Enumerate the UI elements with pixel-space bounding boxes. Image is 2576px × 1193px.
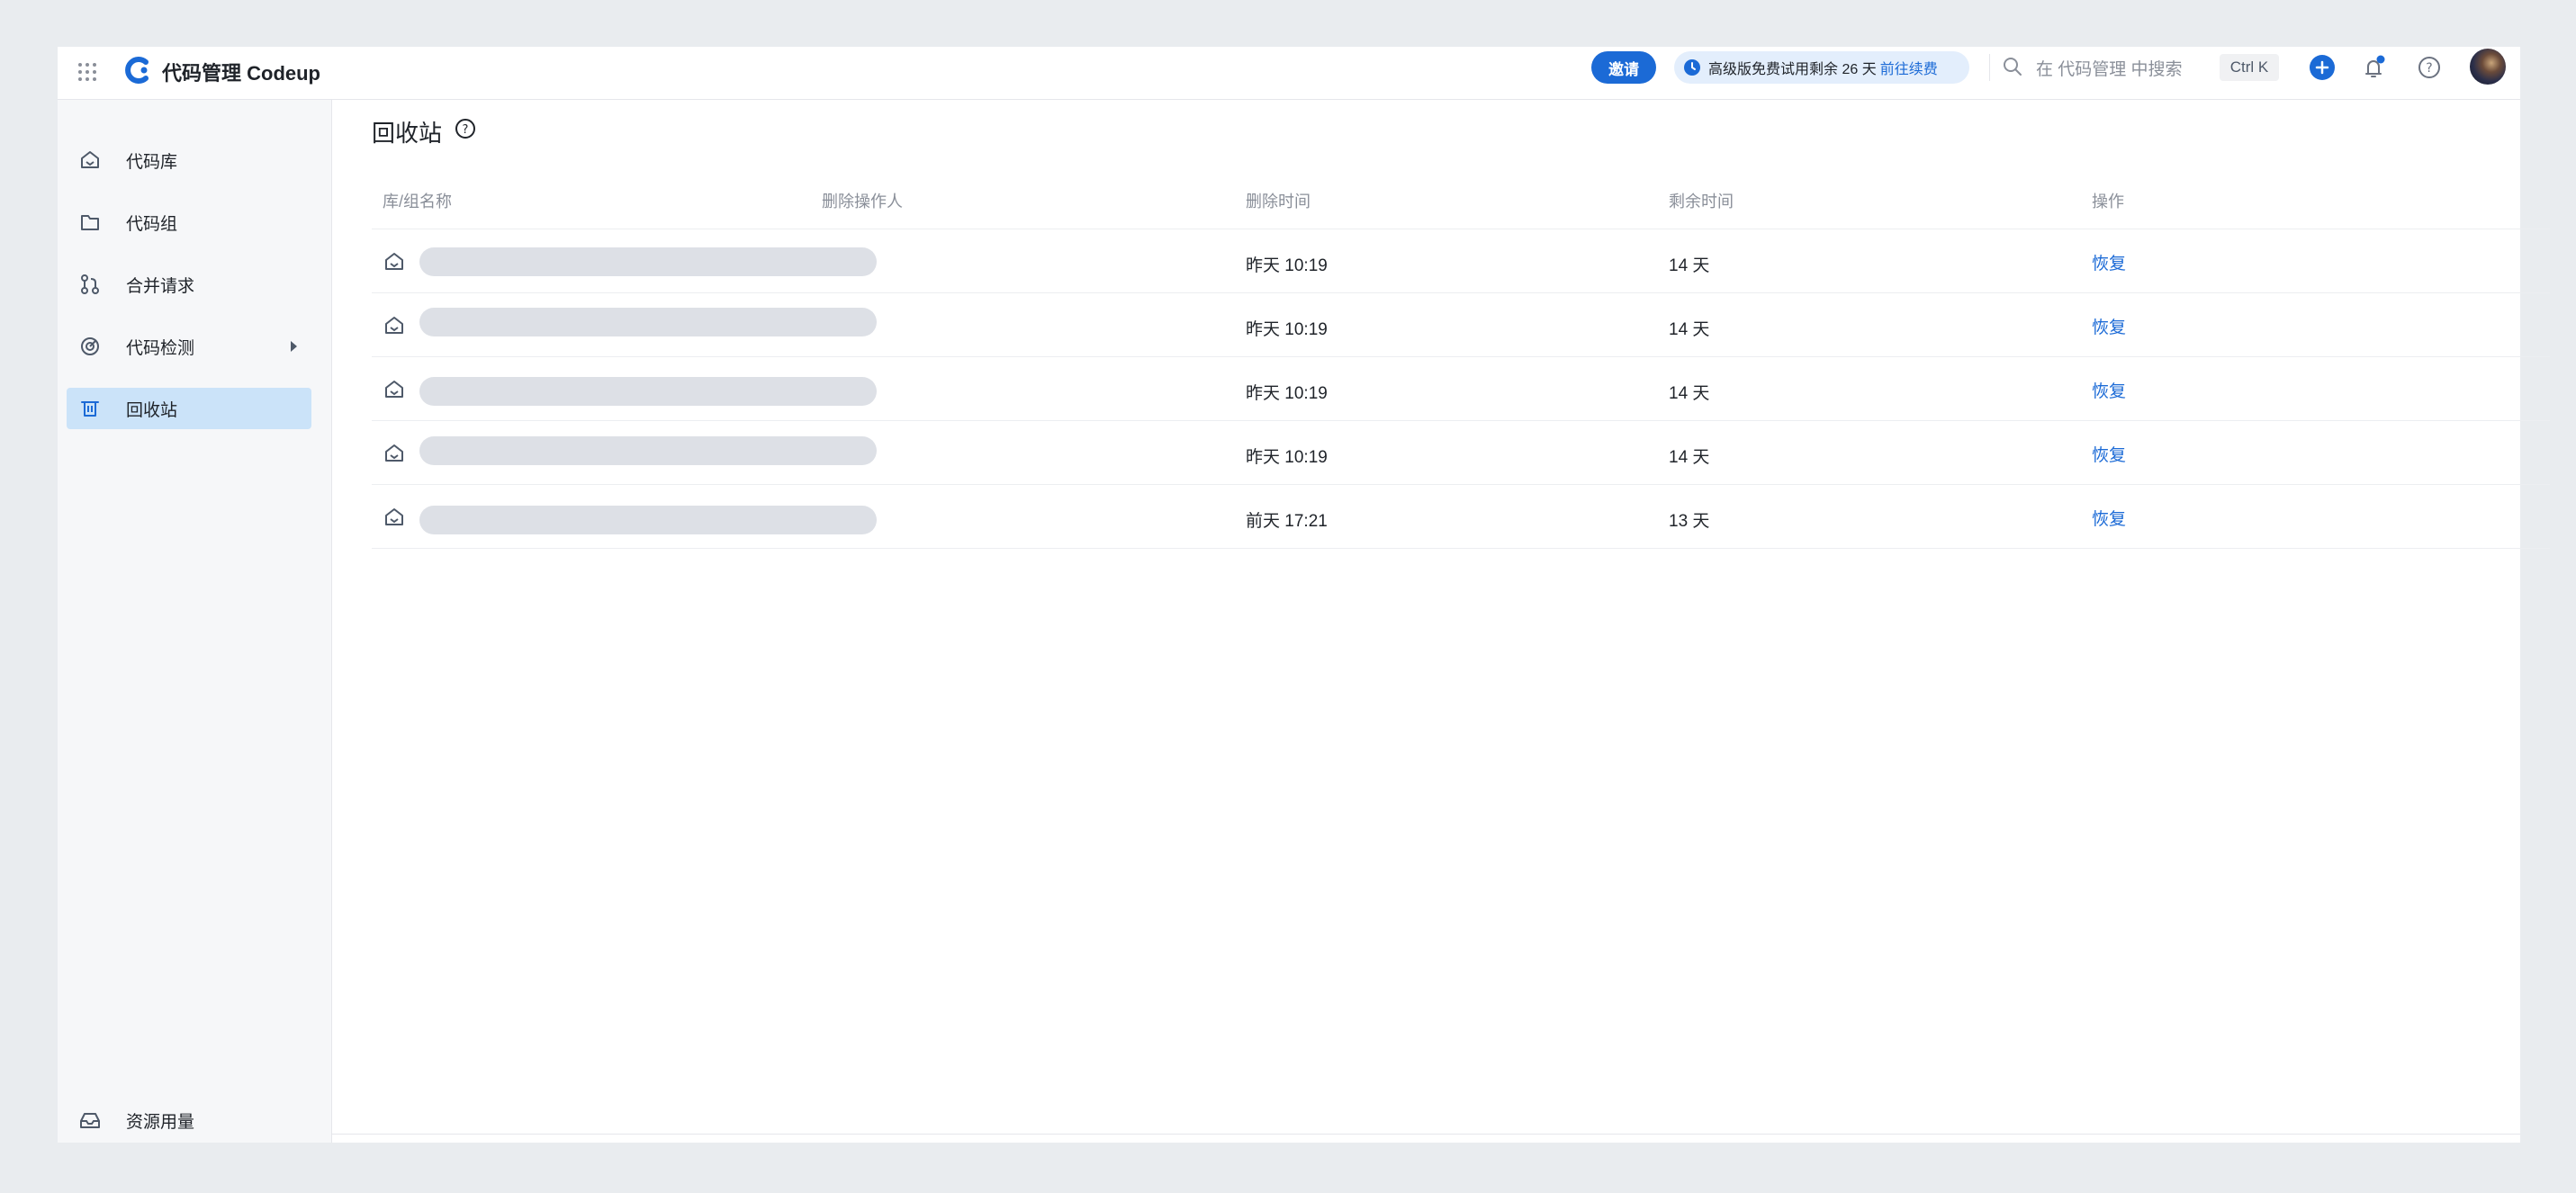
notification-bell-icon[interactable] bbox=[2358, 52, 2389, 83]
restore-link[interactable]: 恢复 bbox=[2092, 314, 2126, 338]
divider bbox=[1989, 54, 1990, 81]
app-grid-icon[interactable] bbox=[76, 60, 99, 84]
repo-icon bbox=[81, 151, 99, 168]
table-divider bbox=[372, 484, 2550, 485]
chevron-right-icon[interactable] bbox=[288, 339, 299, 354]
app-window: 代码管理 Codeup 邀请 高级版免费试用剩余 26 天 前往续费 在 代码管… bbox=[58, 47, 2550, 1143]
table-divider bbox=[372, 356, 2550, 357]
column-header-deleted-time: 删除时间 bbox=[1246, 193, 1311, 211]
sidebar: 代码库 代码组 合并请求 代码检测 回收站 资源用量 bbox=[58, 100, 332, 1143]
sidebar-item-label: 回收站 bbox=[126, 400, 178, 420]
remaining-time: 14 天 bbox=[1669, 448, 1710, 467]
sidebar-item-label: 合并请求 bbox=[126, 276, 195, 296]
top-bar: 代码管理 Codeup 邀请 高级版免费试用剩余 26 天 前往续费 在 代码管… bbox=[58, 47, 2520, 100]
redacted-name-placeholder bbox=[419, 308, 877, 336]
redacted-name-placeholder bbox=[419, 377, 877, 406]
trash-icon bbox=[81, 401, 99, 417]
deleted-time: 昨天 10:19 bbox=[1246, 256, 1328, 275]
remaining-time: 14 天 bbox=[1669, 384, 1710, 403]
deleted-time: 昨天 10:19 bbox=[1246, 320, 1328, 339]
sidebar-item-code-scan[interactable]: 代码检测 bbox=[67, 326, 311, 367]
remaining-time: 13 天 bbox=[1669, 512, 1710, 531]
remaining-time: 14 天 bbox=[1669, 320, 1710, 339]
repo-icon bbox=[385, 253, 403, 270]
svg-text:?: ? bbox=[2426, 61, 2432, 76]
column-header-remaining: 剩余时间 bbox=[1669, 193, 1734, 211]
trial-banner[interactable]: 高级版免费试用剩余 26 天 前往续费 bbox=[1674, 51, 1969, 84]
trial-text: 高级版免费试用剩余 26 天 bbox=[1708, 62, 1877, 77]
sidebar-item-label: 资源用量 bbox=[126, 1112, 195, 1132]
column-header-operator: 删除操作人 bbox=[822, 193, 903, 211]
column-header-name: 库/组名称 bbox=[383, 193, 453, 211]
repo-icon bbox=[385, 508, 403, 525]
footer-divider bbox=[332, 1134, 2520, 1135]
clock-icon bbox=[1684, 59, 1700, 76]
app-title[interactable]: 代码管理 Codeup bbox=[162, 58, 320, 86]
redacted-name-placeholder bbox=[419, 506, 877, 534]
search-icon[interactable] bbox=[2002, 56, 2023, 77]
redacted-name-placeholder bbox=[419, 247, 877, 276]
sidebar-item-groups[interactable]: 代码组 bbox=[67, 202, 311, 243]
svg-text:?: ? bbox=[463, 123, 469, 137]
scan-icon bbox=[81, 337, 99, 355]
redacted-name-placeholder bbox=[419, 436, 877, 465]
repo-icon bbox=[385, 444, 403, 462]
renew-link[interactable]: 前往续费 bbox=[1880, 57, 1938, 78]
sidebar-item-repos[interactable]: 代码库 bbox=[67, 139, 311, 181]
sidebar-item-recycle-bin[interactable]: 回收站 bbox=[67, 388, 311, 429]
deleted-time: 昨天 10:19 bbox=[1246, 384, 1328, 403]
restore-link[interactable]: 恢复 bbox=[2092, 442, 2126, 466]
repo-icon bbox=[385, 381, 403, 398]
search-input[interactable]: 在 代码管理 中搜索 bbox=[2036, 56, 2183, 80]
sidebar-item-label: 代码库 bbox=[126, 152, 178, 172]
invite-button[interactable]: 邀请 bbox=[1591, 51, 1656, 84]
sidebar-item-label: 代码组 bbox=[126, 214, 178, 234]
help-icon[interactable]: ? bbox=[454, 117, 477, 140]
search-shortcut-badge: Ctrl K bbox=[2220, 54, 2279, 81]
sidebar-item-merge-requests[interactable]: 合并请求 bbox=[67, 264, 311, 305]
page-title: 回收站 bbox=[372, 120, 443, 147]
merge-request-icon bbox=[81, 274, 99, 294]
restore-link[interactable]: 恢复 bbox=[2092, 250, 2126, 274]
inbox-icon bbox=[80, 1113, 100, 1128]
folder-icon bbox=[81, 215, 99, 230]
codeup-logo-icon bbox=[125, 57, 149, 84]
restore-link[interactable]: 恢复 bbox=[2092, 506, 2126, 530]
sidebar-item-resource-usage[interactable]: 资源用量 bbox=[67, 1099, 311, 1141]
remaining-time: 14 天 bbox=[1669, 256, 1710, 275]
help-icon[interactable]: ? bbox=[2416, 54, 2443, 81]
restore-link[interactable]: 恢复 bbox=[2092, 378, 2126, 402]
table-divider bbox=[372, 292, 2550, 293]
deleted-time: 昨天 10:19 bbox=[1246, 448, 1328, 467]
column-header-action: 操作 bbox=[2092, 193, 2124, 211]
table-divider bbox=[372, 420, 2550, 421]
table-divider bbox=[372, 548, 2550, 549]
repo-icon bbox=[385, 317, 403, 334]
add-icon[interactable] bbox=[2310, 55, 2335, 80]
sidebar-item-label: 代码检测 bbox=[126, 338, 195, 358]
deleted-time: 前天 17:21 bbox=[1246, 512, 1328, 531]
user-avatar[interactable] bbox=[2470, 49, 2506, 85]
